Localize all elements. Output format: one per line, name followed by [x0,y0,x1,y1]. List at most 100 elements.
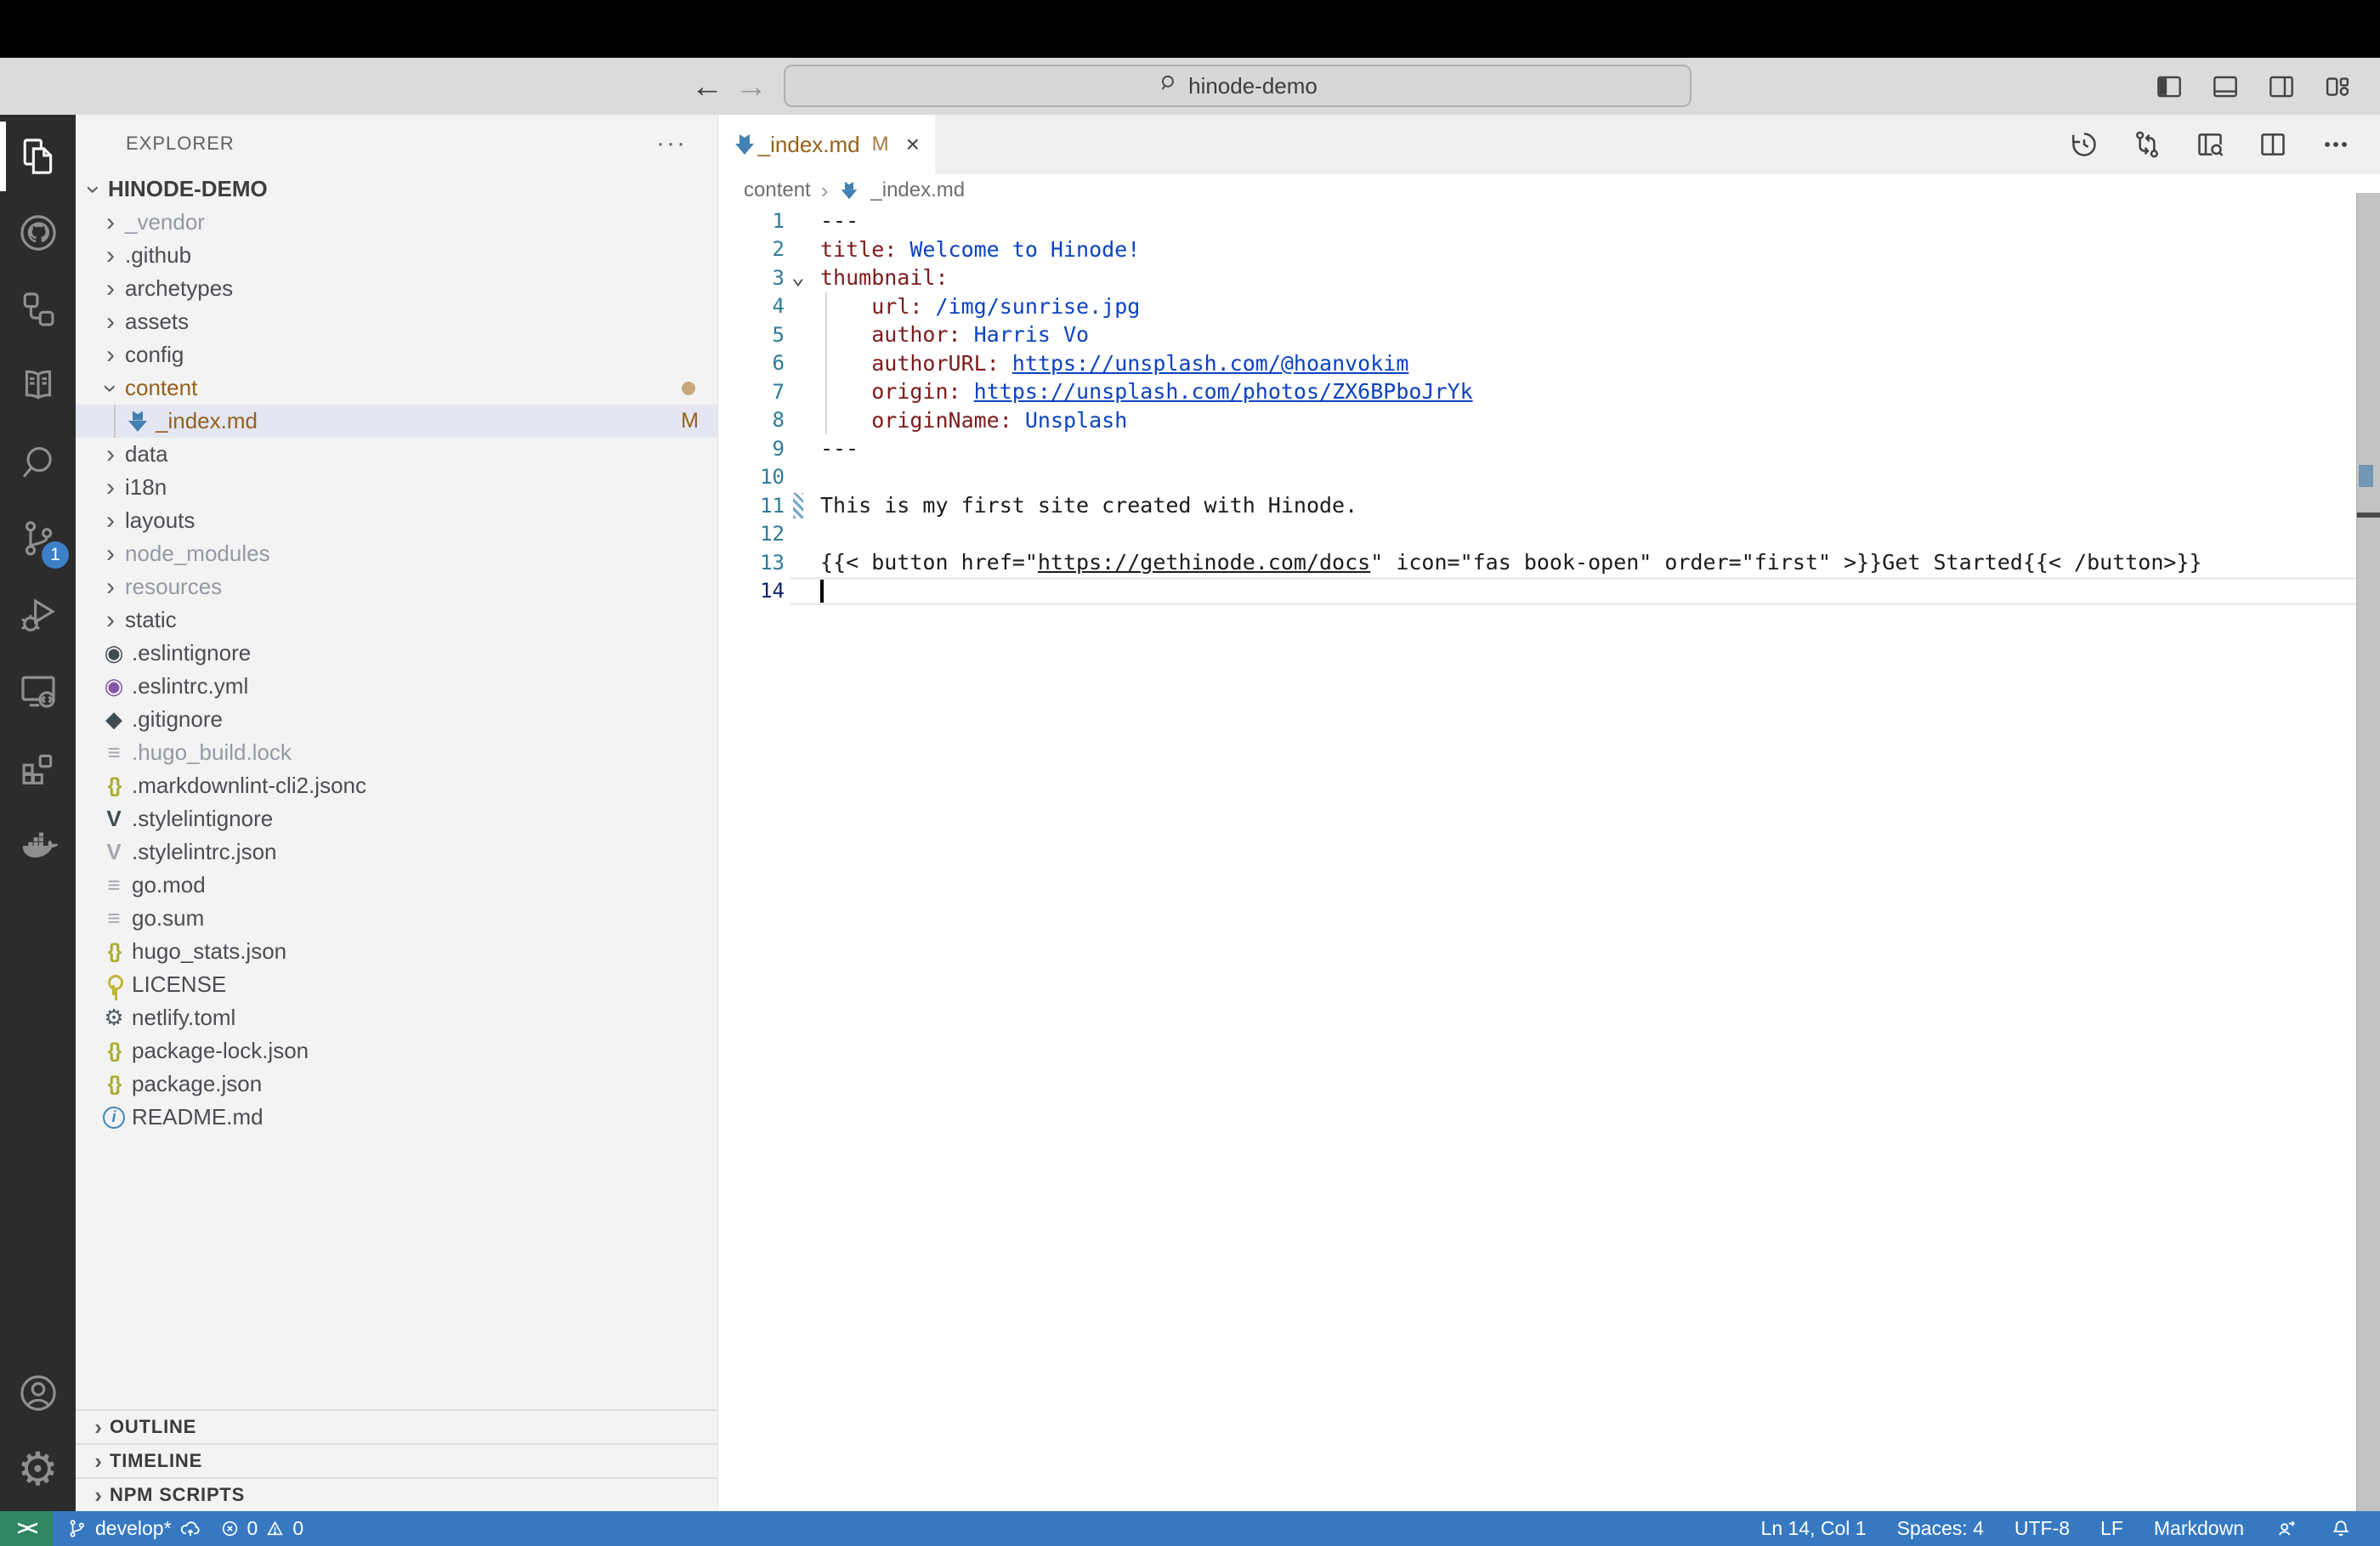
tree-item-content[interactable]: ›content [76,371,717,405]
git-compare-icon[interactable] [2128,126,2166,163]
notifications-bell-icon[interactable] [2322,1517,2360,1541]
hierarchy-icon[interactable] [0,271,76,348]
source-control-icon[interactable]: 1 [0,501,76,577]
code-line-9[interactable]: 9--- [718,434,2356,463]
chevron-down-icon: › [81,178,106,201]
tree-item--vendor[interactable]: ›_vendor [76,206,717,239]
code-editor[interactable]: 1---2title: Welcome to Hinode!3⌄thumbnai… [718,207,2356,1511]
more-actions-icon[interactable] [2317,126,2354,163]
npm-scripts-panel-header[interactable]: › NPM SCRIPTS [76,1477,717,1511]
tree-item-config[interactable]: ›config [76,338,717,371]
code-line-12[interactable]: 12 [718,520,2356,549]
tree-item-hinode-demo[interactable]: ›HINODE-DEMO [76,173,717,206]
tab-close-icon[interactable]: × [906,131,920,158]
tree-item--stylelintignore[interactable]: V.stylelintignore [76,802,717,835]
code-line-1[interactable]: 1--- [718,207,2356,235]
code-line-11[interactable]: 11This is my first site created with Hin… [718,491,2356,520]
open-book-icon[interactable] [0,348,76,424]
tree-item-archetypes[interactable]: ›archetypes [76,272,717,305]
tab-index-md[interactable]: _index.md M × [718,115,935,174]
error-icon [219,1518,241,1539]
command-center-search[interactable]: hinode-demo [784,65,1692,107]
navigate-forward-button[interactable]: → [733,68,770,105]
encoding-status[interactable]: UTF-8 [2008,1517,2077,1540]
code-line-14[interactable]: 14 [718,577,2356,606]
tree-item--markdownlint-cli2-jsonc[interactable]: { }.markdownlint-cli2.jsonc [76,769,717,802]
tree-item--stylelintrc-json[interactable]: V.stylelintrc.json [76,835,717,869]
chevron-right-icon: › [99,309,122,335]
code-line-5[interactable]: 5 author: Harris Vo [718,320,2356,349]
run-debug-icon[interactable] [0,577,76,654]
outline-panel-header[interactable]: › OUTLINE [76,1409,717,1443]
remote-indicator[interactable]: >< [0,1511,53,1546]
code-line-2[interactable]: 2title: Welcome to Hinode! [718,235,2356,264]
tree-item--eslintignore[interactable]: ◉.eslintignore [76,637,717,670]
toggle-panel-icon[interactable] [2207,68,2244,105]
tree-item--github[interactable]: ›.github [76,239,717,272]
chevron-right-icon: › [99,541,122,567]
tree-item-go-sum[interactable]: ≡go.sum [76,902,717,935]
tree-item-package-json[interactable]: { }package.json [76,1067,717,1101]
problems-status[interactable]: 0 0 [211,1511,313,1546]
toggle-secondary-sidebar-icon[interactable] [2263,68,2300,105]
split-editor-icon[interactable] [2254,126,2292,163]
tree-item-i18n[interactable]: ›i18n [76,471,717,504]
tree-item-license[interactable]: LICENSE [76,968,717,1001]
github-icon[interactable] [0,195,76,271]
feedback-icon[interactable] [2268,1517,2305,1541]
timeline-history-icon[interactable] [2066,126,2103,163]
code-line-3[interactable]: 3⌄thumbnail: [718,263,2356,292]
breadcrumb-folder[interactable]: content [744,178,811,202]
extensions-icon[interactable] [0,730,76,807]
editor-scrollbar[interactable] [2356,193,2380,1511]
tree-item-hugo-stats-json[interactable]: { }hugo_stats.json [76,935,717,968]
fold-chevron-icon[interactable]: ⌄ [791,263,805,292]
tree-item-label: config [125,342,184,368]
code-line-8[interactable]: 8 originName: Unsplash [718,406,2356,435]
breadcrumb-file[interactable]: _index.md [870,178,965,202]
tree-item-layouts[interactable]: ›layouts [76,504,717,537]
customize-layout-icon[interactable] [2319,68,2356,105]
settings-gear-icon[interactable]: ⚙ [0,1431,76,1508]
code-line-4[interactable]: 4 url: /img/sunrise.jpg [718,292,2356,321]
remote-explorer-icon[interactable] [0,654,76,730]
tree-item-label: i18n [125,474,167,501]
cursor-position-status[interactable]: Ln 14, Col 1 [1754,1517,1873,1540]
tree-item-label: .eslintrc.yml [132,673,248,699]
tree-item-readme-md[interactable]: iREADME.md [76,1101,717,1134]
search-icon[interactable] [0,424,76,501]
code-line-13[interactable]: 13{{< button href="https://gethinode.com… [718,548,2356,577]
language-mode-status[interactable]: Markdown [2147,1517,2251,1540]
gutter [785,207,820,235]
tree-item--gitignore[interactable]: ◆.gitignore [76,703,717,736]
navigate-back-button[interactable]: ← [688,68,726,105]
code-line-10[interactable]: 10 [718,463,2356,492]
preview-search-icon[interactable] [2191,126,2229,163]
tree-item--index-md[interactable]: _index.mdM [76,405,717,438]
tree-item-assets[interactable]: ›assets [76,305,717,338]
indentation-status[interactable]: Spaces: 4 [1890,1517,1991,1540]
tree-item-data[interactable]: ›data [76,438,717,471]
tree-item-node-modules[interactable]: ›node_modules [76,537,717,570]
eol-status[interactable]: LF [2094,1517,2130,1540]
code-line-6[interactable]: 6 authorURL: https://unsplash.com/@hoanv… [718,349,2356,378]
docker-icon[interactable] [0,807,76,883]
tree-item--hugo-build-lock[interactable]: ≡.hugo_build.lock [76,736,717,769]
code-line-7[interactable]: 7 origin: https://unsplash.com/photos/ZX… [718,377,2356,406]
code-link[interactable]: https://unsplash.com/@hoanvokim [1012,351,1409,376]
breadcrumb[interactable]: content › _index.md [718,174,2380,207]
tree-item-package-lock-json[interactable]: { }package-lock.json [76,1034,717,1067]
tree-item-go-mod[interactable]: ≡go.mod [76,869,717,902]
accounts-icon[interactable] [0,1355,76,1431]
tree-item-resources[interactable]: ›resources [76,570,717,603]
more-actions-icon[interactable]: ··· [656,129,687,158]
branch-status[interactable]: develop* [58,1511,211,1546]
timeline-panel-header[interactable]: › TIMELINE [76,1443,717,1477]
tree-item-static[interactable]: ›static [76,603,717,637]
toggle-primary-sidebar-icon[interactable] [2150,68,2188,105]
line-number: 12 [718,522,785,546]
explorer-icon[interactable] [0,118,76,195]
code-link[interactable]: https://unsplash.com/photos/ZX6BPboJrYk [974,379,1473,404]
tree-item-netlify-toml[interactable]: ⚙netlify.toml [76,1001,717,1034]
tree-item--eslintrc-yml[interactable]: ◉.eslintrc.yml [76,670,717,703]
